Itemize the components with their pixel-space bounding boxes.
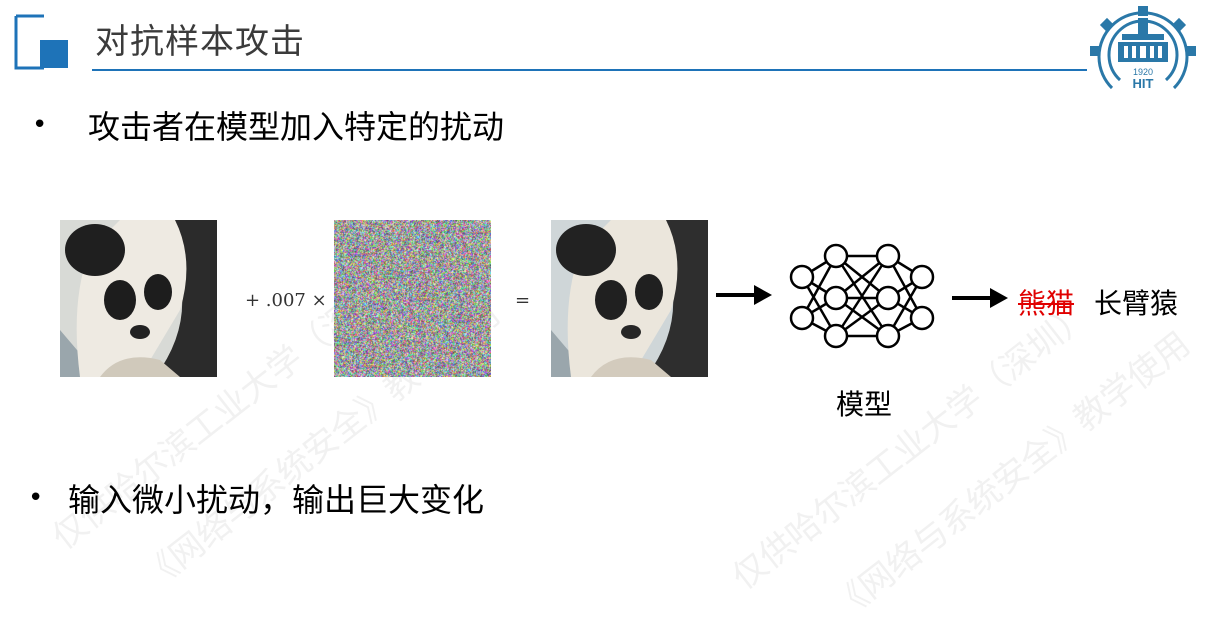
bullet-text: 攻击者在模型加入特定的扰动 — [88, 108, 505, 146]
adversarial-panda-image — [551, 220, 708, 377]
neural-network-icon — [789, 243, 935, 349]
arrow-right-icon — [952, 288, 1008, 308]
slide-title: 对抗样本攻击 — [95, 22, 305, 62]
corner-square-icon — [14, 14, 68, 70]
logo-letters: HIT — [1133, 76, 1154, 91]
watermark-text: 《网络与系统安全》教学使用 — [824, 324, 1198, 628]
op-equal-text: = — [515, 290, 531, 311]
title-underline — [92, 69, 1087, 71]
panda-image — [60, 220, 217, 377]
adversarial-label: 长臂猿 — [1094, 287, 1179, 320]
bullet-dot: • — [32, 110, 48, 140]
hit-logo-icon: 1920 HIT — [1090, 6, 1196, 91]
bullet-item: • 攻击者在模型加入特定的扰动 — [32, 102, 504, 148]
arrow-right-icon — [716, 285, 772, 305]
bullet-dot: • — [28, 483, 44, 513]
model-caption: 模型 — [836, 388, 893, 421]
bullet-item: • 输入微小扰动，输出巨大变化 — [28, 475, 484, 521]
noise-image — [334, 220, 491, 377]
bullet-text: 输入微小扰动，输出巨大变化 — [68, 481, 485, 519]
original-label-struck: 熊猫 — [1018, 287, 1075, 320]
op-add-text: + .007 × — [245, 290, 327, 311]
